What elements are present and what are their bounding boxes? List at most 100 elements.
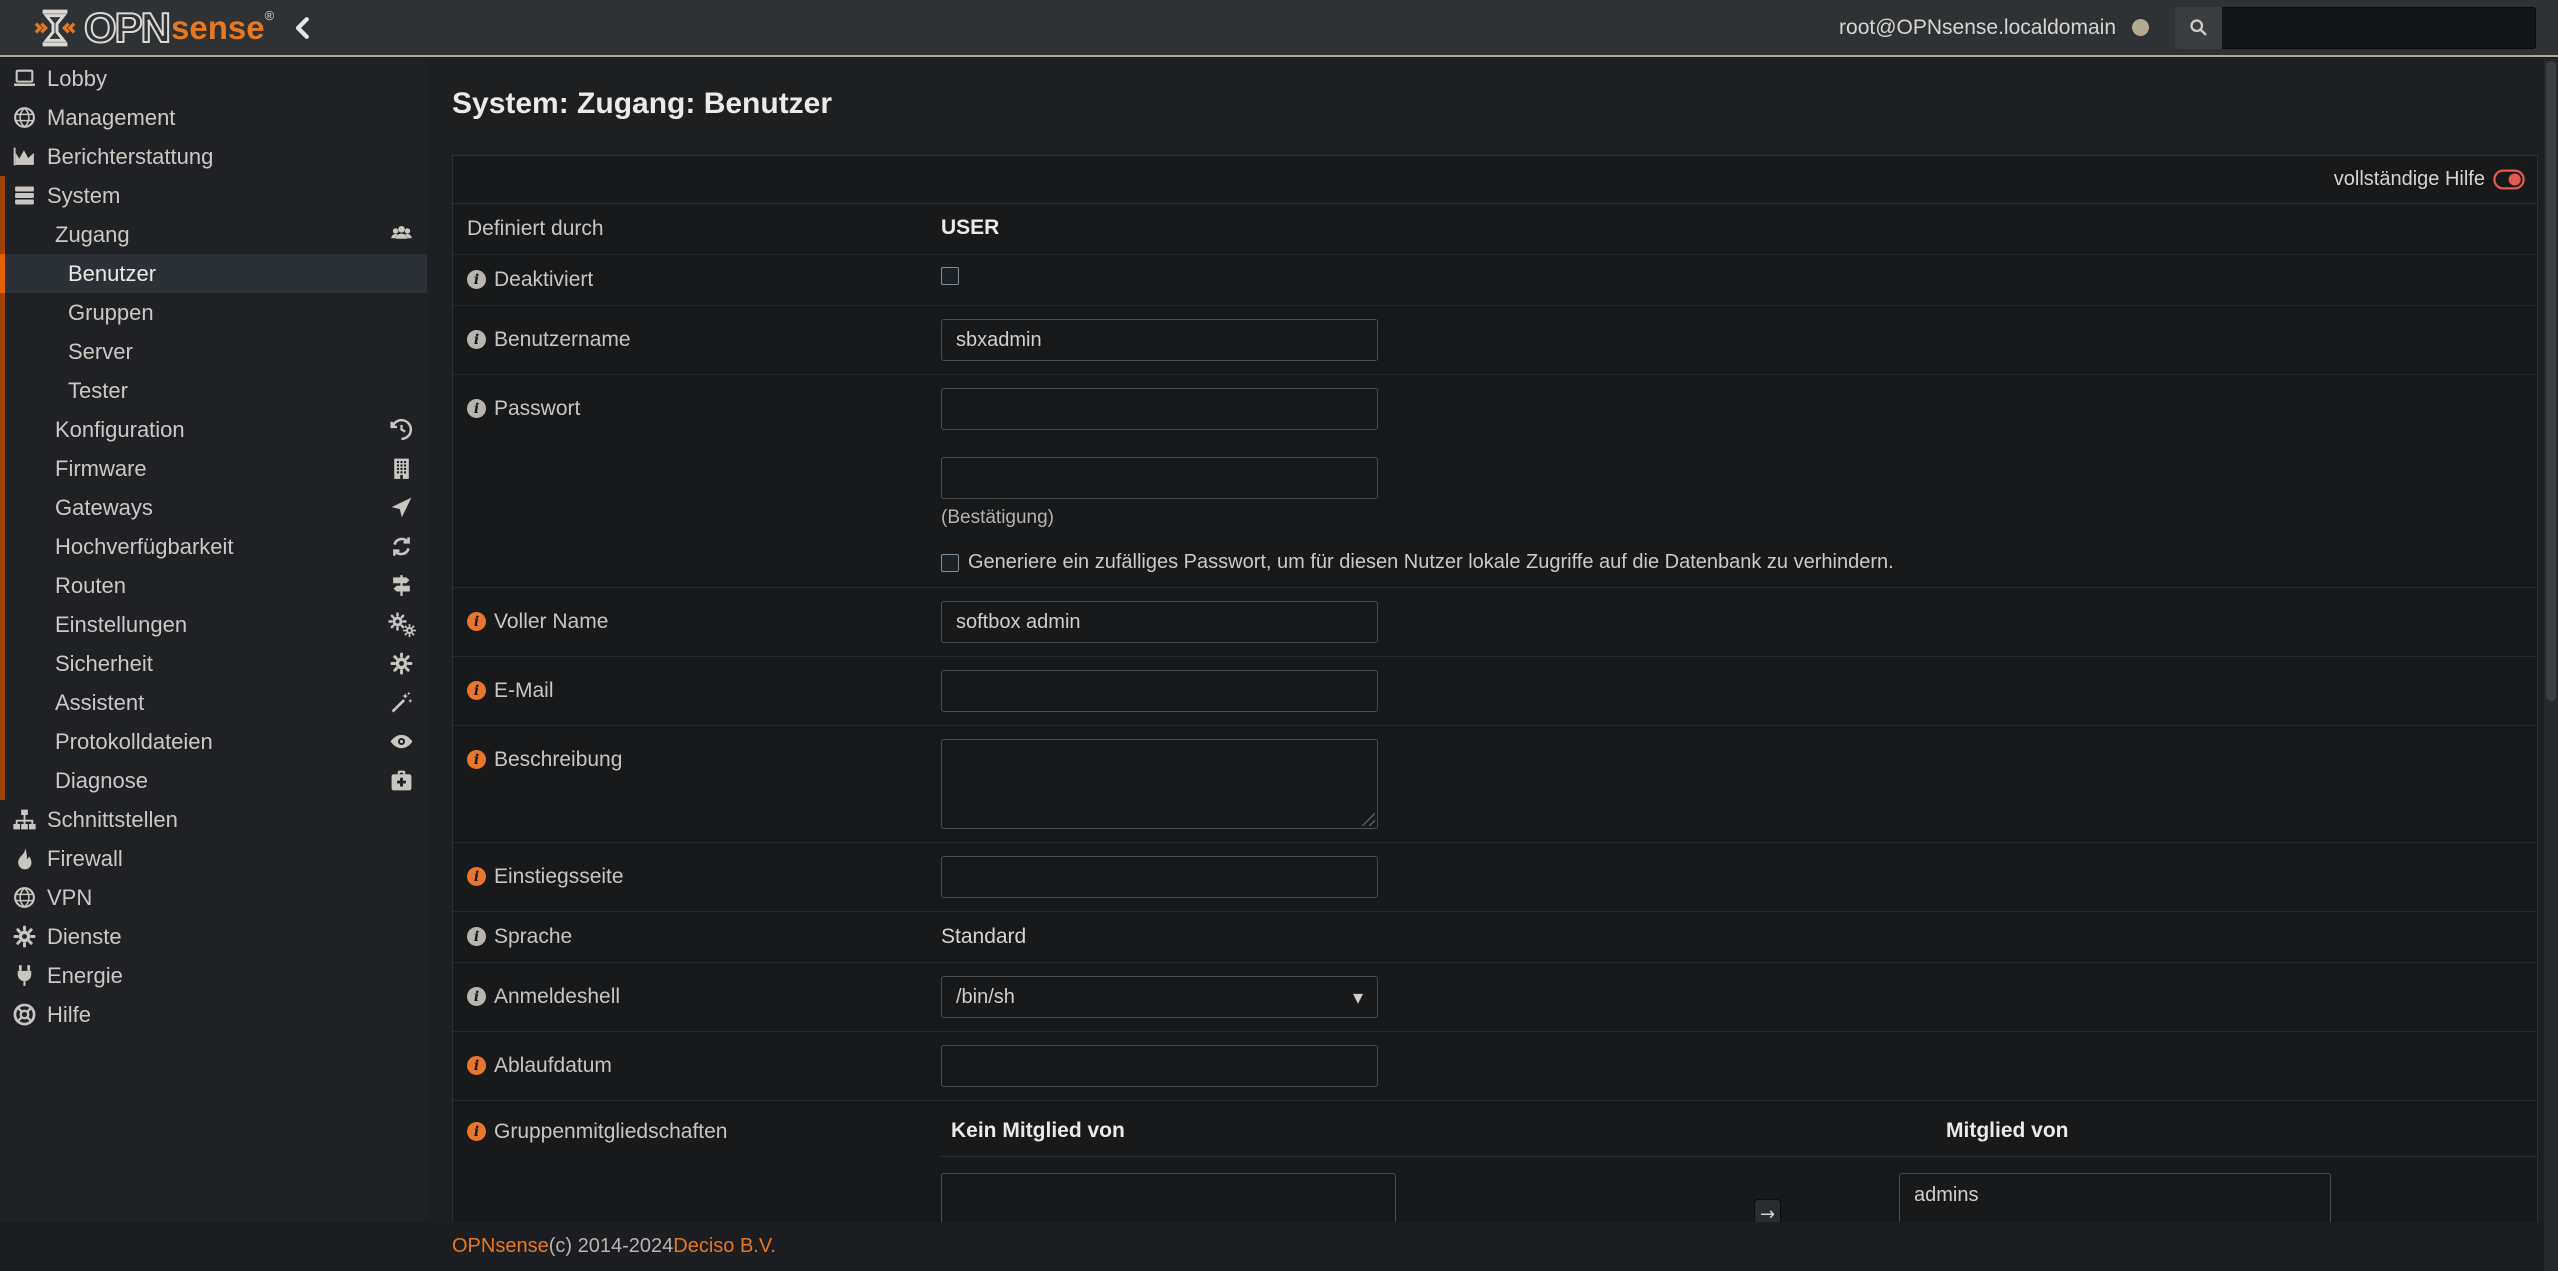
sidebar-item-berichterstattung[interactable]: Berichterstattung — [0, 137, 427, 176]
info-icon — [467, 867, 486, 886]
users-icon — [389, 222, 414, 247]
plug-icon — [12, 963, 37, 988]
menu-collapse-button[interactable] — [288, 13, 318, 43]
form-row-username: Benutzername — [453, 306, 2537, 375]
defined-by-label: Definiert durch — [467, 216, 604, 242]
form-row-landing-page: Einstiegsseite — [453, 843, 2537, 912]
expires-input[interactable] — [941, 1045, 1378, 1087]
sidebar-item-protokolldateien[interactable]: Protokolldateien — [0, 722, 427, 761]
logo-registered-mark: ® — [265, 8, 275, 23]
sidebar-item-hilfe[interactable]: Hilfe — [0, 995, 427, 1034]
password-input[interactable] — [941, 388, 1378, 430]
laptop-icon — [12, 66, 37, 91]
info-icon — [467, 1056, 486, 1075]
sidebar: Lobby Management Berichterstattung Syste… — [0, 59, 427, 1271]
info-icon — [467, 681, 486, 700]
location-arrow-icon — [389, 495, 414, 520]
server-icon — [12, 183, 37, 208]
description-label: Beschreibung — [494, 739, 622, 781]
full-help-toggle[interactable] — [2493, 169, 2525, 190]
username-label: Benutzername — [494, 319, 631, 361]
sidebar-item-routen[interactable]: Routen — [0, 566, 427, 605]
user-edit-panel: vollständige Hilfe Definiert durch USER … — [452, 155, 2538, 1271]
sidebar-item-benutzer[interactable]: Benutzer — [0, 254, 427, 293]
full-name-label: Voller Name — [494, 601, 608, 643]
sidebar-item-system[interactable]: System — [0, 176, 427, 215]
panel-header: vollständige Hilfe — [453, 156, 2537, 204]
topbar: OPNsense® root@OPNsense.localdomain — [0, 0, 2558, 57]
vertical-scrollbar[interactable] — [2544, 59, 2558, 1271]
username-input[interactable] — [941, 319, 1378, 361]
sidebar-item-vpn[interactable]: VPN — [0, 878, 427, 917]
magic-wand-icon — [389, 690, 414, 715]
sitemap-icon — [12, 807, 37, 832]
brand-area: OPNsense® — [0, 7, 427, 49]
email-input[interactable] — [941, 670, 1378, 712]
full-help-label: vollständige Hilfe — [2334, 168, 2485, 191]
expires-label: Ablaufdatum — [494, 1045, 612, 1087]
scrollbar-thumb[interactable] — [2546, 61, 2556, 701]
description-textarea[interactable] — [941, 739, 1378, 829]
sidebar-item-diagnose[interactable]: Diagnose — [0, 761, 427, 800]
search-icon — [2175, 7, 2222, 49]
footer: OPNsense (c) 2014-2024 Deciso B.V. — [0, 1222, 2544, 1271]
member-of-header: Mitglied von — [1946, 1119, 2069, 1143]
sidebar-item-tester[interactable]: Tester — [0, 371, 427, 410]
sidebar-item-dienste[interactable]: Dienste — [0, 917, 427, 956]
info-icon — [467, 750, 486, 769]
area-chart-icon — [12, 144, 37, 169]
sidebar-item-assistent[interactable]: Assistent — [0, 683, 427, 722]
password-confirm-caption: (Bestätigung) — [941, 507, 2537, 529]
sidebar-item-firmware[interactable]: Firmware — [0, 449, 427, 488]
shell-select[interactable]: /bin/sh — [941, 976, 1378, 1018]
status-indicator — [2132, 19, 2149, 36]
logo-opn: OPN — [84, 7, 169, 49]
full-name-input[interactable] — [941, 601, 1378, 643]
page-title: System: Zugang: Benutzer — [452, 86, 2544, 122]
search-input[interactable] — [2222, 7, 2536, 49]
list-item[interactable]: admins — [1900, 1174, 2330, 1217]
info-icon — [467, 270, 486, 289]
info-icon — [467, 1122, 486, 1141]
info-icon — [467, 927, 486, 946]
topbar-right: root@OPNsense.localdomain — [1839, 7, 2558, 49]
info-icon — [467, 399, 486, 418]
form-row-disabled: Deaktiviert — [453, 255, 2537, 306]
globe-icon — [12, 105, 37, 130]
language-value: Standard — [941, 925, 1026, 948]
sidebar-item-server[interactable]: Server — [0, 332, 427, 371]
landing-page-input[interactable] — [941, 856, 1378, 898]
refresh-icon — [389, 534, 414, 559]
form-row-full-name: Voller Name — [453, 588, 2537, 657]
sidebar-item-firewall[interactable]: Firewall — [0, 839, 427, 878]
defined-by-value: USER — [941, 216, 999, 239]
sidebar-item-sicherheit[interactable]: Sicherheit — [0, 644, 427, 683]
disabled-checkbox[interactable] — [941, 267, 959, 285]
divider — [941, 1156, 2537, 1157]
sidebar-item-konfiguration[interactable]: Konfiguration — [0, 410, 427, 449]
search-box — [2175, 7, 2536, 49]
form-row-email: E-Mail — [453, 657, 2537, 726]
sidebar-item-energie[interactable]: Energie — [0, 956, 427, 995]
sidebar-item-gruppen[interactable]: Gruppen — [0, 293, 427, 332]
copyright-text: (c) 2014-2024 — [549, 1235, 674, 1258]
sidebar-item-gateways[interactable]: Gateways — [0, 488, 427, 527]
main-content: System: Zugang: Benutzer vollständige Hi… — [427, 59, 2544, 1271]
sidebar-item-lobby[interactable]: Lobby — [0, 59, 427, 98]
opnsense-link[interactable]: OPNsense — [452, 1235, 549, 1258]
logo-sense: sense — [171, 11, 265, 44]
sidebar-item-zugang[interactable]: Zugang — [0, 215, 427, 254]
password-confirm-input[interactable] — [941, 457, 1378, 499]
landing-page-label: Einstiegsseite — [494, 856, 624, 898]
generate-password-checkbox[interactable] — [941, 554, 959, 572]
info-icon — [467, 987, 486, 1006]
sidebar-item-management[interactable]: Management — [0, 98, 427, 137]
sidebar-item-hochverfuegbarkeit[interactable]: Hochverfügbarkeit — [0, 527, 427, 566]
deciso-link[interactable]: Deciso B.V. — [673, 1235, 776, 1258]
info-icon — [467, 330, 486, 349]
sidebar-item-schnittstellen[interactable]: Schnittstellen — [0, 800, 427, 839]
group-memberships-label: Gruppenmitgliedschaften — [494, 1119, 727, 1145]
sidebar-item-einstellungen[interactable]: Einstellungen — [0, 605, 427, 644]
form-row-expires: Ablaufdatum — [453, 1032, 2537, 1101]
eye-icon — [389, 729, 414, 754]
